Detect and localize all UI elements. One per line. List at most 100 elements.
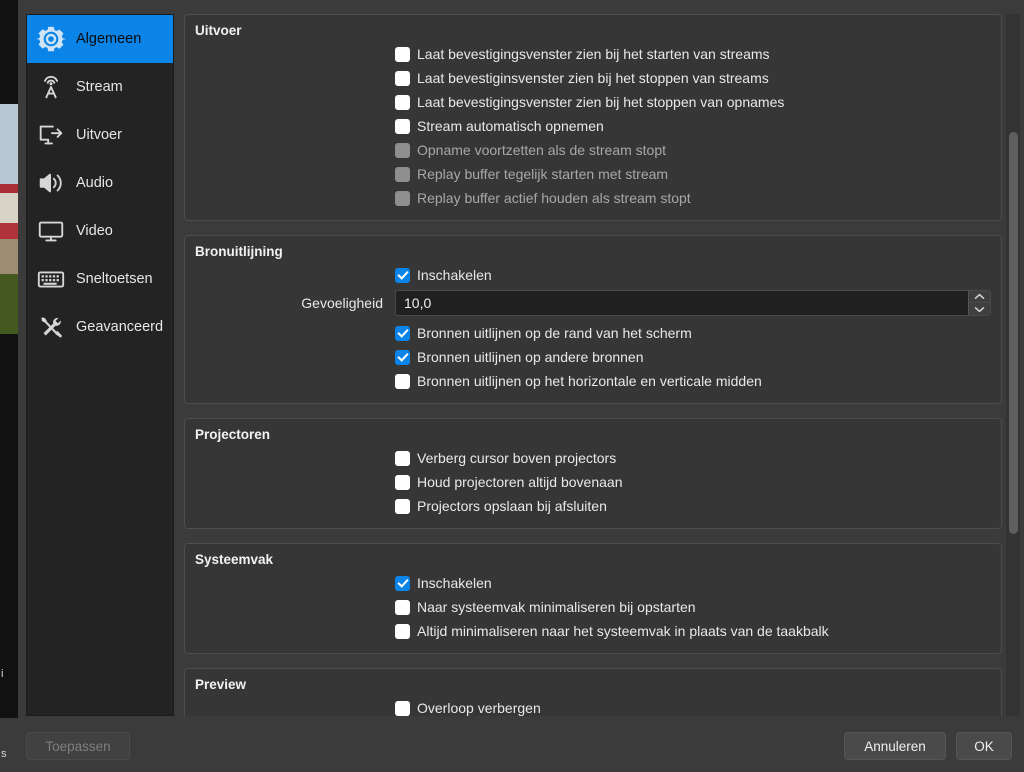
option-row: Stream automatisch opnemen: [195, 114, 991, 138]
background-video-strip-sky: [0, 104, 18, 184]
checkbox-label[interactable]: Bronnen uitlijnen op de rand van het sch…: [417, 325, 692, 341]
scrollbar-thumb[interactable]: [1009, 132, 1018, 534]
checkbox: [395, 190, 410, 206]
checkbox-label[interactable]: Laat bevestiginsvenster zien bij het sto…: [417, 70, 769, 86]
option-row: Verberg cursor boven projectors: [195, 446, 991, 470]
checkbox[interactable]: [395, 94, 410, 110]
option-row: Naar systeemvak minimaliseren bij opstar…: [195, 595, 991, 619]
keyboard-icon: [35, 263, 67, 295]
group-rows: Verberg cursor boven projectors Houd proj…: [195, 446, 991, 518]
sidebar-item-label: Sneltoetsen: [76, 271, 153, 287]
background-video-strip-red-lower: [0, 223, 18, 239]
checkbox-label[interactable]: Altijd minimaliseren naar het systeemvak…: [417, 623, 829, 639]
group-box-systeemvak: Systeemvak Inschakelen Naar systeemvak min…: [184, 543, 1002, 654]
checkbox[interactable]: [395, 70, 410, 86]
checkbox-label[interactable]: Bronnen uitlijnen op het horizontale en …: [417, 373, 762, 389]
group-box-projectoren: Projectoren Verberg cursor boven projecto…: [184, 418, 1002, 529]
checkbox[interactable]: [395, 474, 410, 490]
checkbox[interactable]: [395, 599, 410, 615]
sidebar-item-sneltoetsen[interactable]: Sneltoetsen: [27, 255, 173, 303]
sidebar-item-audio[interactable]: Audio: [27, 159, 173, 207]
sidebar-item-label: Geavanceerd: [76, 319, 164, 335]
checkbox[interactable]: [395, 498, 410, 514]
checkbox[interactable]: [395, 450, 410, 466]
chevron-down-icon[interactable]: [969, 303, 990, 315]
checkbox[interactable]: [395, 623, 410, 639]
option-row: Bronnen uitlijnen op de rand van het sch…: [195, 321, 991, 345]
sidebar-item-label: Stream: [76, 79, 123, 95]
group-box-bronuitlijning: Bronuitlijning Inschakelen Gevoeligheid Bro…: [184, 235, 1002, 404]
option-row: Inschakelen: [195, 263, 991, 287]
checkbox-label[interactable]: Houd projectoren altijd bovenaan: [417, 474, 622, 490]
cancel-button[interactable]: Annuleren: [844, 732, 946, 760]
chevron-up-icon[interactable]: [969, 291, 990, 303]
dialog-button-bar: Toepassen Annuleren OK: [18, 720, 1024, 772]
checkbox-label[interactable]: Stream automatisch opnemen: [417, 118, 604, 134]
broadcast-icon: [35, 71, 67, 103]
sidebar-item-uitvoer[interactable]: Uitvoer: [27, 111, 173, 159]
ok-button[interactable]: OK: [956, 732, 1012, 760]
background-text-glyph-top: i: [1, 668, 4, 680]
sensitivity-spinbox[interactable]: [395, 290, 991, 316]
checkbox-label[interactable]: Bronnen uitlijnen op andere bronnen: [417, 349, 644, 365]
group-box-preview: Preview Overloop verbergenOverloop altijd…: [184, 668, 1002, 716]
option-row: Replay buffer actief houden als stream s…: [195, 186, 991, 210]
group-title: Bronuitlijning: [195, 244, 283, 259]
sidebar-item-label: Uitvoer: [76, 127, 122, 143]
background-video-strip-tan: [0, 239, 18, 274]
gear-icon: [35, 23, 67, 55]
option-row: Projectors opslaan bij afsluiten: [195, 494, 991, 518]
sidebar-item-stream[interactable]: Stream: [27, 63, 173, 111]
option-row: Overloop verbergen: [195, 696, 991, 716]
sidebar-item-label: Algemeen: [76, 31, 142, 47]
content-scrollbar[interactable]: [1006, 14, 1020, 716]
sensitivity-input[interactable]: [396, 291, 968, 315]
checkbox-label: Opname voortzetten als de stream stopt: [417, 142, 667, 158]
checkbox-label[interactable]: Inschakelen: [417, 267, 492, 283]
sensitivity-spin-buttons: [968, 291, 990, 315]
option-row: Laat bevestigingsvenster zien bij het st…: [195, 90, 991, 114]
checkbox-label[interactable]: Overloop verbergen: [417, 700, 541, 716]
checkbox-label[interactable]: Laat bevestigingsvenster zien bij het st…: [417, 46, 770, 62]
apply-button[interactable]: Toepassen: [26, 732, 130, 760]
sidebar-item-label: Video: [76, 223, 113, 239]
speaker-icon: [35, 167, 67, 199]
sidebar-item-video[interactable]: Video: [27, 207, 173, 255]
checkbox: [395, 166, 410, 182]
sensitivity-field-row: Gevoeligheid: [195, 287, 991, 321]
checkbox[interactable]: [395, 46, 410, 62]
checkbox-label[interactable]: Verberg cursor boven projectors: [417, 450, 616, 466]
checkbox[interactable]: [395, 349, 410, 365]
checkbox[interactable]: [395, 325, 410, 341]
background-panel-bottom: [0, 718, 18, 772]
sensitivity-label: Gevoeligheid: [301, 295, 383, 311]
checkbox[interactable]: [395, 700, 410, 716]
sidebar-item-algemeen[interactable]: Algemeen: [27, 15, 173, 63]
checkbox-label[interactable]: Naar systeemvak minimaliseren bij opstar…: [417, 599, 696, 615]
monitor-icon: [35, 215, 67, 247]
checkbox: [395, 142, 410, 158]
background-video-strip-red-upper: [0, 184, 18, 193]
checkbox[interactable]: [395, 267, 410, 283]
checkbox-label[interactable]: Laat bevestigingsvenster zien bij het st…: [417, 94, 784, 110]
checkbox-label[interactable]: Projectors opslaan bij afsluiten: [417, 498, 607, 514]
option-row: Laat bevestiginsvenster zien bij het sto…: [195, 66, 991, 90]
group-rows: Overloop verbergenOverloop altijd zichtb…: [195, 696, 991, 716]
background-video-strip-dark-top: [0, 0, 18, 104]
group-rows: Inschakelen Naar systeemvak minimaliseren…: [195, 571, 991, 643]
tools-icon: [35, 311, 67, 343]
checkbox-label: Replay buffer tegelijk starten met strea…: [417, 166, 669, 182]
checkbox-label[interactable]: Inschakelen: [417, 575, 492, 591]
checkbox[interactable]: [395, 575, 410, 591]
background-text-glyph-bottom: s: [1, 748, 7, 760]
settings-sidebar: Algemeen Stream Uitvoer Audio Video Snel…: [26, 14, 174, 716]
sidebar-item-geavanceerd[interactable]: Geavanceerd: [27, 303, 173, 351]
checkbox[interactable]: [395, 373, 410, 389]
option-row: Opname voortzetten als de stream stopt: [195, 138, 991, 162]
group-rows: Inschakelen Gevoeligheid Bronnen uitlijnen…: [195, 263, 991, 393]
option-row: Laat bevestigingsvenster zien bij het st…: [195, 42, 991, 66]
checkbox[interactable]: [395, 118, 410, 134]
option-row: Houd projectoren altijd bovenaan: [195, 470, 991, 494]
settings-dialog: Algemeen Stream Uitvoer Audio Video Snel…: [18, 0, 1024, 772]
background-video-strip-cream: [0, 193, 18, 223]
